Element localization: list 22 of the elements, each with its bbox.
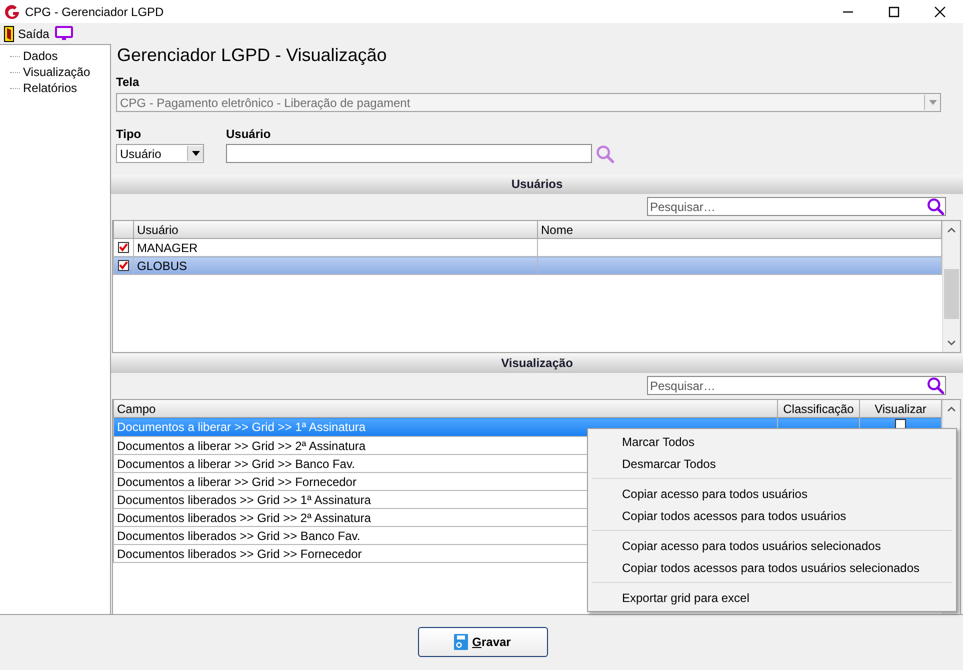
- section-title: Visualização: [501, 356, 573, 370]
- section-title: Usuários: [511, 177, 563, 191]
- tree-item[interactable]: Relatórios: [22, 81, 78, 95]
- column-header[interactable]: Usuário: [134, 221, 538, 238]
- field-label: Tela: [116, 75, 140, 89]
- table-cell[interactable]: GLOBUS: [134, 256, 538, 274]
- search-field[interactable]: Pesquisar…: [647, 197, 946, 216]
- search-field[interactable]: Pesquisar…: [647, 376, 946, 395]
- field-label: Usuário: [226, 127, 272, 141]
- column-header[interactable]: Campo: [114, 400, 778, 418]
- exit-button[interactable]: Saída: [2, 24, 52, 44]
- column-header[interactable]: Classificação: [778, 400, 860, 418]
- column-header[interactable]: Nome: [538, 221, 942, 238]
- tree-item[interactable]: Dados: [22, 49, 59, 63]
- page-title: Gerenciador LGPD - Visualização: [117, 45, 388, 67]
- window-title: CPG - Gerenciador LGPD: [25, 4, 164, 18]
- field-label: Tipo: [116, 127, 142, 141]
- save-button[interactable]: Gravar: [418, 627, 548, 657]
- column-header[interactable]: Visualizar: [860, 400, 942, 418]
- menu-item[interactable]: Exportar grid para excel: [590, 587, 954, 609]
- tree-item[interactable]: Visualização: [22, 65, 92, 79]
- type-dropdown[interactable]: Usuário: [116, 144, 204, 163]
